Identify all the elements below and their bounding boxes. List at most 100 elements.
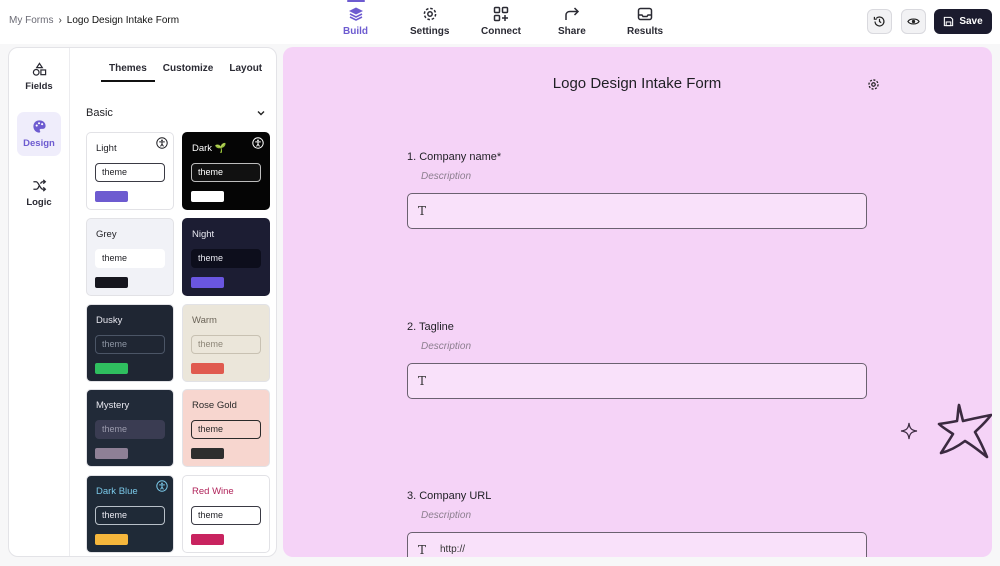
nav-share[interactable]: Share xyxy=(558,6,586,37)
theme-input-preview: theme xyxy=(95,163,165,182)
theme-card[interactable]: Mystery theme xyxy=(86,389,174,467)
tab-layout[interactable]: Layout xyxy=(221,63,270,82)
theme-name: Night xyxy=(192,229,215,240)
question-description[interactable]: Description xyxy=(421,341,471,352)
theme-name: Red Wine xyxy=(192,486,234,497)
accessibility-icon xyxy=(156,137,168,149)
theme-input-preview: theme xyxy=(95,420,165,439)
nav-results-label: Results xyxy=(627,26,664,37)
history-button[interactable] xyxy=(867,9,892,34)
share-arrow-icon xyxy=(565,7,579,20)
theme-name: Dusky xyxy=(96,315,123,326)
theme-card[interactable]: Warm theme xyxy=(182,304,270,382)
theme-card[interactable]: Dusky theme xyxy=(86,304,174,382)
breadcrumb-my-forms[interactable]: My Forms xyxy=(9,15,53,26)
theme-button-swatch xyxy=(191,534,224,545)
theme-name: Grey xyxy=(96,229,117,240)
left-rail: Fields Design Logic xyxy=(9,48,70,556)
shuffle-icon xyxy=(32,179,46,192)
theme-input-preview: theme xyxy=(191,420,261,439)
question-company-name: 1. Company name* Description T xyxy=(407,151,867,229)
theme-button-swatch xyxy=(95,363,128,374)
theme-input-preview: theme xyxy=(191,335,261,354)
chevron-down-icon xyxy=(257,111,265,116)
tab-themes[interactable]: Themes xyxy=(101,63,155,82)
nav-build-label: Build xyxy=(343,26,368,37)
nav-results[interactable]: Results xyxy=(627,6,663,37)
nav-connect[interactable]: Connect xyxy=(481,6,521,37)
text-type-icon: T xyxy=(418,204,427,218)
nav-settings-label: Settings xyxy=(410,26,450,37)
form-title[interactable]: Logo Design Intake Form xyxy=(283,75,991,92)
text-type-icon: T xyxy=(418,374,427,388)
layers-icon xyxy=(348,7,363,21)
short-text-input[interactable]: T xyxy=(407,193,867,229)
rail-fields[interactable]: Fields xyxy=(17,55,61,99)
eye-icon xyxy=(907,18,920,25)
short-text-input[interactable]: T xyxy=(407,363,867,399)
rail-logic[interactable]: Logic xyxy=(17,171,61,215)
breadcrumb: My Forms › Logo Design Intake Form xyxy=(9,15,179,26)
section-title: Basic xyxy=(86,107,113,119)
theme-button-swatch xyxy=(191,191,224,202)
theme-button-swatch xyxy=(191,448,224,459)
palette-icon xyxy=(32,120,46,133)
theme-name: Light xyxy=(96,143,117,154)
theme-input-preview: theme xyxy=(191,249,261,268)
theme-name: Mystery xyxy=(96,400,130,411)
theme-input-preview: theme xyxy=(95,506,165,525)
theme-button-swatch xyxy=(95,448,128,459)
section-basic-header[interactable]: Basic xyxy=(86,107,266,119)
question-company-url: 3. Company URL Description T http:// xyxy=(407,490,867,557)
inbox-icon xyxy=(637,7,653,21)
question-label[interactable]: 3. Company URL xyxy=(407,490,491,502)
nav-settings[interactable]: Settings xyxy=(410,6,449,37)
theme-button-swatch xyxy=(191,277,224,288)
breadcrumb-separator: › xyxy=(58,15,62,26)
save-label: Save xyxy=(959,16,983,27)
theme-button-swatch xyxy=(191,363,224,374)
theme-card[interactable]: Grey theme xyxy=(86,218,174,296)
url-placeholder: http:// xyxy=(440,544,466,555)
top-bar: My Forms › Logo Design Intake Form Build… xyxy=(0,0,1000,44)
theme-card[interactable]: Red Wine theme xyxy=(182,475,270,553)
question-tagline: 2. Tagline Description T xyxy=(407,321,867,399)
gear-icon[interactable] xyxy=(867,78,880,91)
save-button[interactable]: Save xyxy=(934,9,992,34)
preview-button[interactable] xyxy=(901,9,926,34)
form-canvas: Logo Design Intake Form 1. Company name*… xyxy=(283,47,992,557)
url-input[interactable]: T http:// xyxy=(407,532,867,557)
theme-input-preview: theme xyxy=(191,163,261,182)
theme-card[interactable]: Night theme xyxy=(182,218,270,296)
theme-card[interactable]: Dark Blue theme xyxy=(86,475,174,553)
accessibility-icon xyxy=(156,480,168,492)
theme-name: Dark 🌱 xyxy=(192,143,227,154)
theme-card[interactable]: Dark 🌱 theme xyxy=(182,132,270,210)
rail-design-label: Design xyxy=(23,138,55,149)
active-indicator xyxy=(346,0,365,2)
rail-fields-label: Fields xyxy=(25,81,53,92)
nav-share-label: Share xyxy=(558,26,586,37)
rail-logic-label: Logic xyxy=(26,197,52,208)
design-panel: Fields Design Logic Themes Customize Lay… xyxy=(8,47,277,557)
sparkle-icon xyxy=(900,422,918,440)
question-label[interactable]: 2. Tagline xyxy=(407,321,454,333)
theme-card[interactable]: Light theme xyxy=(86,132,174,210)
question-description[interactable]: Description xyxy=(421,510,471,521)
theme-name: Warm xyxy=(192,315,217,326)
nav-build[interactable]: Build xyxy=(343,0,368,37)
history-icon xyxy=(873,16,885,27)
accessibility-icon xyxy=(252,137,264,149)
nav-connect-label: Connect xyxy=(481,26,521,37)
tab-customize[interactable]: Customize xyxy=(155,63,222,82)
rail-design[interactable]: Design xyxy=(17,112,61,156)
text-type-icon: T xyxy=(418,543,427,557)
theme-button-swatch xyxy=(95,277,128,288)
theme-input-preview: theme xyxy=(95,249,165,268)
theme-input-preview: theme xyxy=(191,506,261,525)
question-label[interactable]: 1. Company name* xyxy=(407,151,501,163)
question-description[interactable]: Description xyxy=(421,171,471,182)
theme-name: Dark Blue xyxy=(96,486,138,497)
design-subtabs: Themes Customize Layout xyxy=(101,63,270,82)
theme-card[interactable]: Rose Gold theme xyxy=(182,389,270,467)
